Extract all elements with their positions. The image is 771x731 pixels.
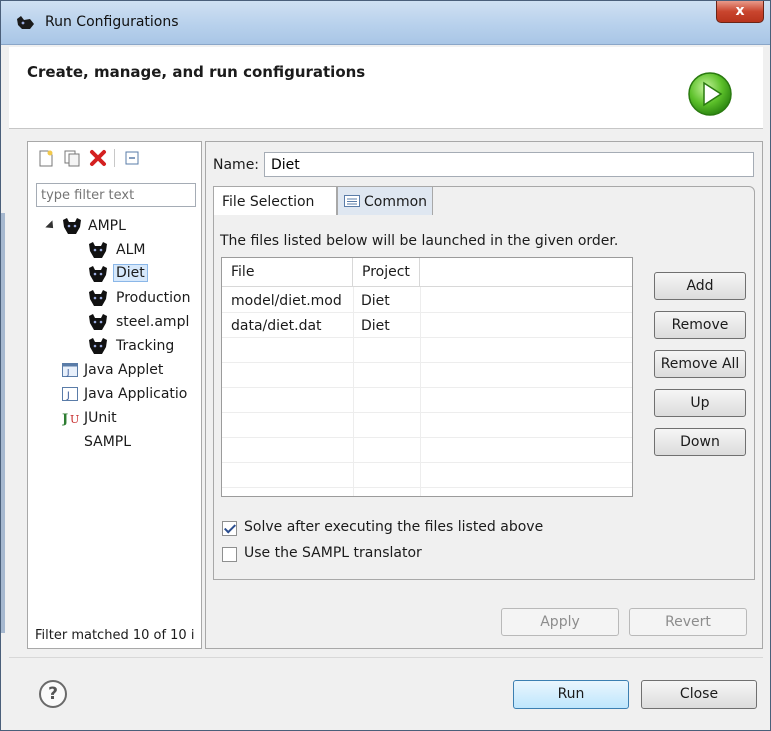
remove-all-button[interactable]: Remove All: [654, 350, 746, 378]
junit-icon: J U: [62, 412, 79, 426]
expand-arrow-icon[interactable]: [45, 220, 57, 232]
column-header-file[interactable]: File: [222, 258, 353, 287]
column-header-filler: [420, 258, 632, 287]
common-tab-icon: [344, 195, 360, 207]
java-applet-icon: J: [62, 363, 78, 377]
svg-text:J: J: [66, 368, 69, 377]
filter-status: Filter matched 10 of 10 i: [35, 628, 195, 643]
table-cell-project[interactable]: Diet: [361, 318, 390, 334]
tab-label: File Selection: [222, 194, 315, 210]
toolbar-separator: [114, 149, 115, 167]
background-edge: [1, 213, 5, 633]
collapse-all-icon[interactable]: [122, 148, 142, 168]
row-separator: [222, 487, 632, 488]
add-button[interactable]: Add: [654, 272, 746, 300]
tree-item-label: ALM: [116, 242, 146, 258]
run-play-icon: [688, 72, 732, 116]
java-application-icon: J: [62, 387, 78, 401]
remove-button[interactable]: Remove: [654, 311, 746, 339]
close-button[interactable]: Close: [641, 680, 757, 709]
table-cell-file[interactable]: data/diet.dat: [231, 318, 322, 334]
svg-text:J: J: [66, 391, 70, 401]
ampl-cat-icon: [63, 218, 81, 234]
close-icon: x: [735, 3, 745, 19]
svg-text:J: J: [62, 412, 68, 426]
use-sampl-label: Use the SAMPL translator: [244, 545, 422, 561]
apply-button[interactable]: Apply: [501, 608, 619, 636]
tree-item-label: steel.ampl: [116, 314, 190, 330]
svg-text:U: U: [70, 413, 79, 426]
close-window-button[interactable]: x: [716, 1, 764, 23]
tab-label: Common: [364, 194, 428, 210]
ampl-cat-icon: [89, 242, 107, 258]
name-label: Name:: [213, 157, 260, 173]
tree-item-label: Java Applicatio: [84, 386, 188, 402]
column-separator: [420, 287, 421, 496]
configuration-editor-panel: Name: File Selection Common The files li…: [205, 141, 763, 649]
column-header-project[interactable]: Project: [353, 258, 420, 287]
tree-item-label: Production: [116, 290, 191, 306]
up-button[interactable]: Up: [654, 389, 746, 417]
run-button[interactable]: Run: [513, 680, 629, 709]
table-cell-file[interactable]: model/diet.mod: [231, 293, 342, 309]
configuration-tree-panel: AMPL ALM Diet: [27, 141, 202, 649]
ampl-cat-icon: [89, 290, 107, 306]
header-banner: Create, manage, and run configurations: [9, 47, 763, 129]
row-separator: [222, 412, 632, 413]
ampl-cat-icon: [17, 16, 34, 29]
row-separator: [222, 337, 632, 338]
launch-order-description: The files listed below will be launched …: [220, 233, 619, 249]
tree-item-label: Diet: [113, 264, 148, 282]
help-icon[interactable]: ?: [39, 680, 67, 708]
footer-separator: [9, 657, 763, 658]
ampl-cat-icon: [89, 338, 107, 354]
tree-item-label: JUnit: [84, 410, 117, 426]
row-separator: [222, 437, 632, 438]
row-separator: [222, 312, 632, 313]
title-bar[interactable]: Run Configurations x: [1, 1, 770, 45]
column-separator: [353, 287, 354, 496]
tree-item-label: SAMPL: [84, 434, 132, 450]
solve-after-label: Solve after executing the files listed a…: [244, 519, 544, 535]
tab-common[interactable]: Common: [337, 186, 433, 215]
tree-item-label: AMPL: [88, 218, 126, 234]
duplicate-icon[interactable]: [62, 148, 82, 168]
down-button[interactable]: Down: [654, 428, 746, 456]
row-separator: [222, 462, 632, 463]
revert-button[interactable]: Revert: [629, 608, 747, 636]
table-cell-project[interactable]: Diet: [361, 293, 390, 309]
page-title: Create, manage, and run configurations: [27, 63, 366, 81]
tree-item-label: Tracking: [116, 338, 175, 354]
run-configurations-dialog: Run Configurations x Create, manage, and…: [0, 0, 771, 731]
use-sampl-checkbox[interactable]: [222, 547, 237, 562]
name-field[interactable]: [264, 152, 754, 177]
ampl-cat-icon: [89, 266, 107, 282]
file-selection-tab-content: The files listed below will be launched …: [214, 215, 754, 579]
filter-input[interactable]: [36, 183, 196, 207]
row-separator: [222, 387, 632, 388]
solve-after-checkbox[interactable]: [222, 521, 237, 536]
files-table[interactable]: File Project model/diet.mod Diet data/di…: [221, 257, 633, 497]
row-separator: [222, 362, 632, 363]
ampl-cat-icon: [89, 314, 107, 330]
window-title: Run Configurations: [45, 14, 179, 30]
new-config-icon[interactable]: [36, 148, 56, 168]
tree-item-label: Java Applet: [84, 362, 164, 378]
tab-file-selection[interactable]: File Selection: [213, 186, 337, 215]
delete-icon[interactable]: [88, 148, 108, 168]
